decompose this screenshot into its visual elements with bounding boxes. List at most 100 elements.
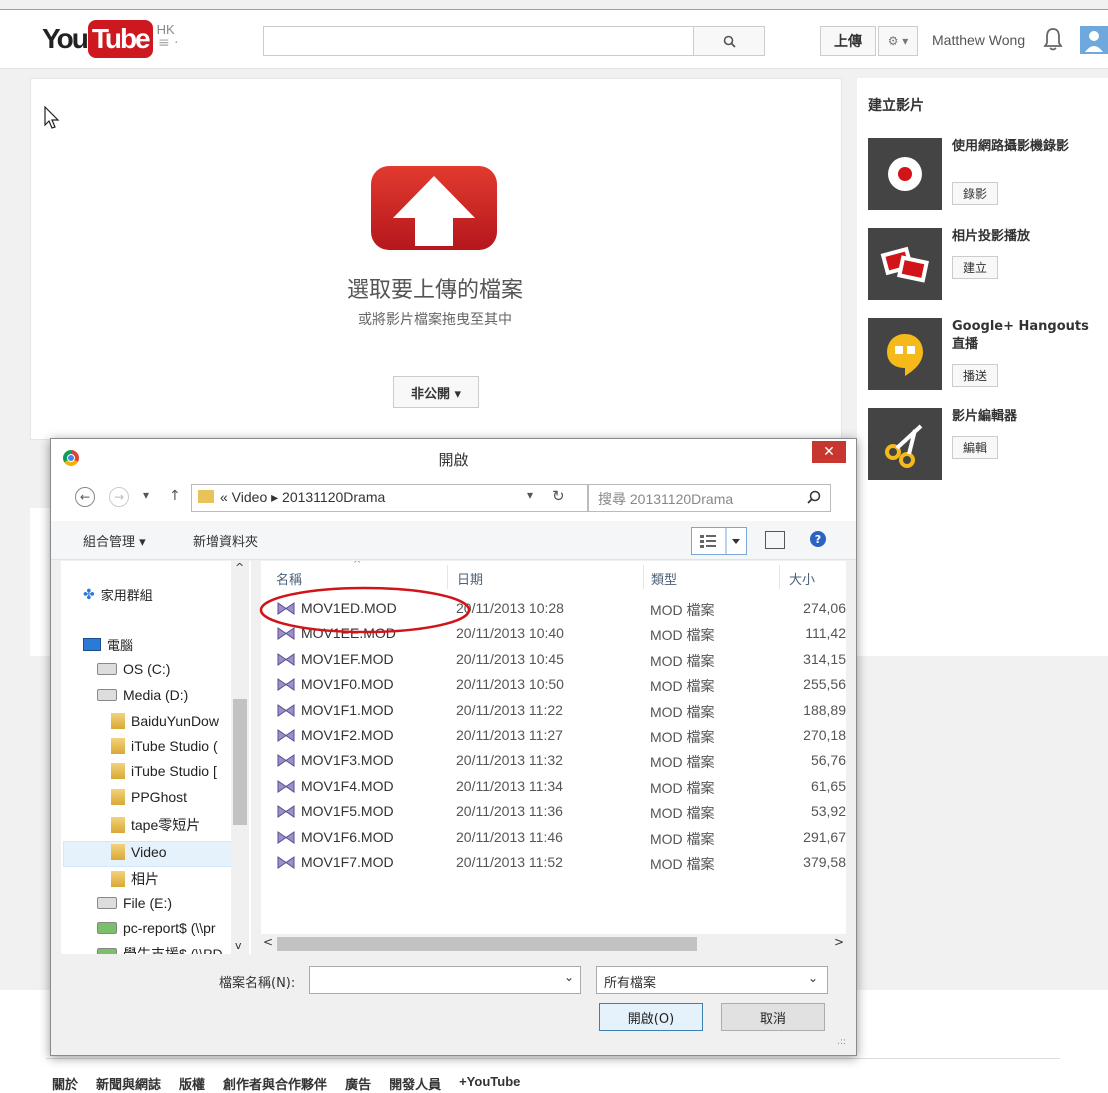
column-divider[interactable] — [643, 565, 644, 589]
tree-item-homegroup[interactable]: ✤ 家用群組 — [83, 585, 153, 605]
privacy-dropdown[interactable]: 非公開 ▾ — [393, 376, 479, 408]
tree-item-drive-c[interactable]: OS (C:) — [97, 661, 170, 677]
folder-icon — [198, 490, 214, 503]
footer-link-copyright[interactable]: 版權 — [179, 1074, 205, 1093]
folder-icon — [111, 789, 125, 805]
youtube-logo[interactable]: You Tube HK — [42, 20, 175, 58]
broadcast-button[interactable]: 播送 — [952, 364, 999, 387]
folder-search-input[interactable]: 搜尋 20131120Drama — [588, 484, 831, 512]
open-button[interactable]: 開啟(O) — [599, 1003, 703, 1031]
upload-arrow-icon[interactable] — [371, 166, 497, 250]
footer-link-creators[interactable]: 創作者與合作夥伴 — [223, 1074, 327, 1093]
tree-item-folder[interactable]: 相片 — [111, 869, 159, 889]
chevron-down-icon[interactable]: ▾ — [527, 488, 533, 502]
footer-link-press[interactable]: 新聞與網誌 — [96, 1074, 161, 1093]
file-row[interactable]: MOV1F0.MOD 20/11/2013 10:50 MOD 檔案 255,5… — [261, 672, 846, 697]
organize-menu[interactable]: 組合管理 ▾ — [83, 531, 146, 550]
file-row[interactable]: MOV1F5.MOD 20/11/2013 11:36 MOD 檔案 53,92 — [261, 799, 846, 824]
chevron-down-icon[interactable]: ⌄ — [564, 970, 574, 984]
file-row[interactable]: MOV1F3.MOD 20/11/2013 11:32 MOD 檔案 56,76 — [261, 748, 846, 773]
tree-item-drive-e[interactable]: File (E:) — [97, 895, 172, 911]
tree-item-network[interactable]: pc-report$ (\\pr — [97, 920, 216, 936]
select-files-heading[interactable]: 選取要上傳的檔案 — [0, 272, 870, 304]
file-row[interactable]: MOV1F7.MOD 20/11/2013 11:52 MOD 檔案 379,5… — [261, 850, 846, 875]
scroll-left-icon[interactable]: < — [263, 935, 273, 949]
scroll-up-icon[interactable]: ^ — [235, 561, 244, 574]
address-bar[interactable]: « Video ▸ 20131120Drama ▾ ↻ — [191, 484, 588, 512]
sort-ascending-icon: ^ — [353, 561, 362, 570]
forward-arrow-icon[interactable]: → — [109, 487, 129, 507]
video-file-icon — [277, 704, 295, 717]
homegroup-icon: ✤ — [83, 586, 95, 603]
search-button[interactable] — [693, 26, 765, 56]
tree-item-video[interactable]: Video — [111, 844, 167, 860]
file-date: 20/11/2013 11:52 — [456, 854, 563, 870]
search-input[interactable] — [263, 26, 695, 56]
tree-item-label: PPGhost — [131, 789, 188, 805]
settings-button[interactable]: ⚙ ▾ — [878, 26, 918, 56]
hangouts-icon — [868, 318, 942, 390]
file-row[interactable]: MOV1F2.MOD 20/11/2013 11:27 MOD 檔案 270,1… — [261, 723, 846, 748]
file-row[interactable]: MOV1F6.MOD 20/11/2013 11:46 MOD 檔案 291,6… — [261, 825, 846, 850]
navigation-scroll-thumb[interactable] — [233, 699, 247, 825]
change-view-button[interactable] — [691, 527, 747, 555]
back-arrow-icon[interactable]: ← — [75, 487, 95, 507]
sidebar-item-label: 影片編輯器 — [952, 409, 1018, 424]
tree-item-computer[interactable]: 電腦 — [83, 635, 133, 654]
file-name: MOV1F5.MOD — [301, 803, 394, 819]
tree-item-label: BaiduYunDow — [131, 713, 219, 729]
tree-item-folder[interactable]: BaiduYunDow — [111, 713, 219, 729]
file-size: 188,89 — [803, 702, 846, 718]
file-type: MOD 檔案 — [650, 729, 715, 745]
tree-item-folder[interactable]: PPGhost — [111, 789, 187, 805]
horizontal-scroll-thumb[interactable] — [277, 937, 697, 951]
tree-item-folder[interactable]: iTube Studio [ — [111, 763, 217, 779]
file-date: 20/11/2013 11:34 — [456, 778, 563, 794]
close-button[interactable]: ✕ — [812, 441, 846, 463]
new-folder-button[interactable]: 新增資料夾 — [193, 531, 258, 550]
dialog-titlebar[interactable]: 開啟 ✕ — [51, 439, 856, 477]
footer-link-advertise[interactable]: 廣告 — [345, 1074, 371, 1093]
avatar[interactable] — [1080, 26, 1108, 54]
guide-menu-icon[interactable]: ≡ · — [158, 35, 179, 51]
dialog-toolbar: 組合管理 ▾ 新增資料夾 ? — [51, 521, 856, 560]
file-type: MOD 檔案 — [650, 805, 715, 821]
column-divider[interactable] — [779, 565, 780, 589]
filename-input[interactable] — [309, 966, 581, 994]
file-type-filter[interactable]: 所有檔案 ⌄ — [596, 966, 828, 994]
tree-item-network[interactable]: 學生支援$ (\\PD — [97, 944, 223, 954]
file-row[interactable]: MOV1F4.MOD 20/11/2013 11:34 MOD 檔案 61,65 — [261, 774, 846, 799]
tree-item-label: Media (D:) — [123, 687, 189, 703]
file-list-horizontal-scrollbar[interactable]: < > — [261, 934, 846, 954]
tree-item-folder[interactable]: tape零短片 — [111, 815, 200, 835]
username-link[interactable]: Matthew Wong — [932, 32, 1025, 48]
up-arrow-icon[interactable]: ↑ — [169, 488, 181, 504]
details-view-icon — [700, 528, 740, 554]
footer-link-developers[interactable]: 開發人員 — [389, 1074, 441, 1093]
navigation-pane[interactable]: ✤ 家用群組 電腦 OS (C:) Media (D:) BaiduYunDow… — [61, 561, 251, 954]
record-button[interactable]: 錄影 — [952, 182, 999, 205]
column-header-size[interactable]: 大小 — [789, 569, 815, 588]
create-slideshow-button[interactable]: 建立 — [952, 256, 999, 279]
scroll-down-icon[interactable]: v — [235, 939, 242, 952]
cancel-button[interactable]: 取消 — [721, 1003, 825, 1031]
upload-button[interactable]: 上傳 — [820, 26, 876, 56]
refresh-icon[interactable]: ↻ — [552, 487, 565, 505]
tree-item-drive-d[interactable]: Media (D:) — [97, 687, 188, 703]
file-name: MOV1F3.MOD — [301, 752, 394, 768]
edit-button[interactable]: 編輯 — [952, 436, 999, 459]
column-header-type[interactable]: 類型 — [651, 569, 677, 588]
resize-grip-icon[interactable]: .:: — [837, 1037, 846, 1047]
file-size: 274,06 — [803, 600, 846, 616]
file-row[interactable]: MOV1F1.MOD 20/11/2013 11:22 MOD 檔案 188,8… — [261, 698, 846, 723]
notifications-bell-icon[interactable] — [1042, 26, 1064, 56]
file-row[interactable]: MOV1EF.MOD 20/11/2013 10:45 MOD 檔案 314,1… — [261, 647, 846, 672]
footer-link-about[interactable]: 關於 — [52, 1074, 78, 1093]
preview-pane-icon[interactable] — [765, 531, 785, 549]
help-icon[interactable]: ? — [810, 531, 826, 547]
footer-link-plus-youtube[interactable]: +YouTube — [459, 1074, 520, 1093]
search-placeholder: 搜尋 20131120Drama — [598, 491, 734, 507]
scroll-right-icon[interactable]: > — [834, 935, 844, 949]
recent-locations-chevron-icon[interactable]: ▾ — [143, 488, 149, 502]
tree-item-folder[interactable]: iTube Studio ( — [111, 738, 218, 754]
